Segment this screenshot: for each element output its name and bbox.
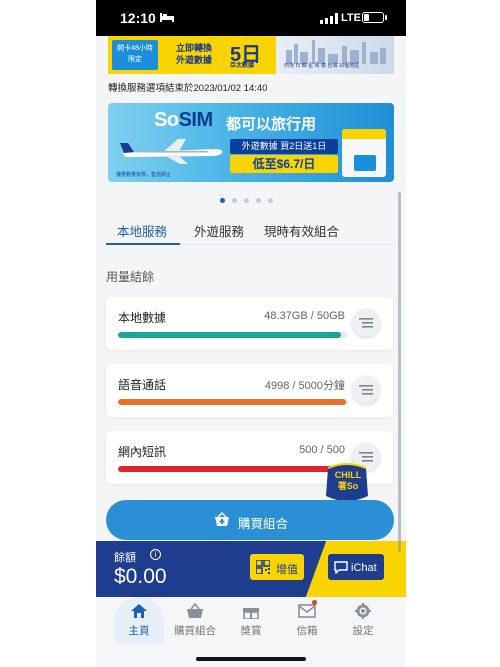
promo-cities: 內地 日 韓 星 馬 泰 台灣 10個地區: [284, 63, 360, 69]
buy-plan-button[interactable]: 購買組合: [106, 500, 394, 540]
carousel-dot-1[interactable]: [220, 198, 225, 203]
carousel-dot-3[interactable]: [244, 198, 249, 203]
promo-banner-top[interactable]: 開卡48小時 限定 立即轉換 外遊數據 5日 亞太數據 內地 日 韓 星 馬 泰…: [108, 36, 394, 74]
chill-badge-text: CHILL 著So: [329, 470, 367, 492]
sosim-price: 低至$6.7/日: [230, 155, 338, 173]
carousel-dots[interactable]: [220, 198, 273, 203]
promo-badge-line1: 開卡48小時: [117, 45, 153, 52]
gift-icon: [243, 608, 259, 619]
balance-bar: 餘額 i $0.00 增值 iChat: [96, 541, 406, 597]
airplane-icon: [120, 139, 223, 164]
nav-item-home[interactable]: 主頁: [111, 597, 167, 643]
sosim-offer: 外遊數據 買2日送1日: [230, 139, 338, 154]
gear-icon: [355, 603, 371, 619]
info-icon[interactable]: i: [150, 549, 161, 560]
mail-icon: [298, 604, 316, 618]
chill-line2: 著So: [337, 481, 359, 491]
sosim-tagline: 都可以旅行用: [226, 116, 317, 133]
usage-value: 48.37GB / 50GB: [264, 310, 345, 322]
usage-progress-fill: [118, 399, 346, 405]
ichat-label: iChat: [351, 562, 377, 574]
carousel-dot-5[interactable]: [268, 198, 273, 203]
nav-item-buy-plan[interactable]: 購買組合: [167, 597, 223, 643]
nav-label: 設定: [352, 625, 374, 637]
service-tabs: 本地服務 外遊服務 現時有效組合: [106, 215, 396, 245]
buy-plan-label: 購買組合: [238, 517, 289, 531]
promo-cta: 立即轉換 外遊數據: [164, 42, 224, 66]
carousel-dot-2[interactable]: [232, 198, 237, 203]
usage-progress-fill: [118, 466, 348, 472]
logo-sim: SIM: [178, 109, 214, 131]
network-label: LTE: [341, 12, 361, 24]
nav-item-settings[interactable]: 設定: [335, 597, 391, 643]
service-notice: 轉換服務選項結束於2023/01/02 14:40: [108, 83, 268, 94]
tab-travel-service[interactable]: 外遊服務: [194, 221, 244, 240]
nav-label: 主頁: [128, 625, 150, 637]
usage-progress-bar: [118, 466, 348, 472]
topup-label: 增值: [276, 564, 298, 576]
status-time: 12:10: [120, 10, 156, 26]
usage-name: 語音通話: [118, 378, 167, 392]
nav-label: 獎賞: [240, 625, 262, 637]
qr-code-icon: [256, 560, 270, 574]
signal-icon: [320, 13, 338, 24]
nav-item-inbox[interactable]: 信箱: [279, 597, 335, 643]
chat-icon: [334, 561, 348, 574]
usage-section-title: 用量結餘: [106, 270, 155, 284]
home-icon: [131, 604, 147, 618]
sleep-mode-icon: [160, 13, 174, 22]
ichat-button[interactable]: iChat: [328, 554, 384, 580]
usage-detail-button[interactable]: [352, 309, 380, 337]
app-screen: 12:10 LTE 開卡48小時 限定 立即轉換 外遊數據 5日 亞太數據 內地…: [96, 0, 406, 667]
sim-card-band: [342, 129, 386, 139]
basket-icon: [187, 603, 203, 618]
usage-progress-bar: [118, 332, 348, 338]
unread-dot: [312, 600, 317, 605]
promo-badge: 開卡48小時 限定: [112, 40, 158, 70]
usage-value: 500 / 500: [299, 444, 345, 456]
carousel-dot-4[interactable]: [256, 198, 261, 203]
status-bar: 12:10 LTE: [96, 0, 406, 36]
tab-active-plans[interactable]: 現時有效組合: [264, 221, 339, 240]
balance-amount: $0.00: [114, 565, 167, 588]
usage-card-data: 本地數據 48.37GB / 50GB: [106, 297, 393, 350]
promo-cta-line2: 外遊數據: [175, 55, 212, 65]
chill-line1: CHILL: [334, 470, 362, 480]
usage-card-voice: 語音通話 4998 / 5000分鐘: [106, 364, 393, 417]
promo-badge-line2: 限定: [128, 56, 142, 63]
list-icon: [359, 385, 373, 395]
sosim-footnote: 優惠數量有限，售完即止: [116, 172, 172, 178]
sosim-banner[interactable]: SoSIM 都可以旅行用 外遊數據 買2日送1日 低至$6.7/日 優惠數量有限…: [108, 103, 394, 182]
sosim-logo: SoSIM: [154, 109, 213, 132]
promo-cta-line1: 立即轉換: [175, 43, 212, 53]
promo-days-sub: 亞太數據: [230, 63, 255, 69]
usage-progress-bar: [118, 399, 348, 405]
tab-local-service[interactable]: 本地服務: [117, 221, 167, 240]
home-indicator[interactable]: [196, 657, 306, 661]
list-icon: [359, 318, 373, 328]
usage-value: 4998 / 5000分鐘: [264, 380, 345, 392]
basket-icon: [215, 512, 229, 526]
usage-detail-button[interactable]: [352, 376, 380, 404]
nav-item-rewards[interactable]: 獎賞: [223, 597, 279, 643]
logo-so: So: [154, 109, 179, 131]
nav-label: 信箱: [296, 625, 318, 637]
usage-name: 網內短訊: [118, 445, 167, 459]
balance-label: 餘額: [114, 552, 136, 564]
topup-button[interactable]: 增值: [250, 554, 304, 580]
sim-card-logo: [354, 155, 376, 171]
usage-name: 本地數據: [118, 311, 167, 325]
nav-label: 購買組合: [174, 625, 216, 637]
battery-icon: [362, 12, 384, 23]
scrollbar[interactable]: [398, 192, 401, 552]
battery-tip: [385, 15, 387, 20]
active-tab-indicator: [106, 243, 180, 245]
usage-progress-fill: [118, 332, 342, 338]
